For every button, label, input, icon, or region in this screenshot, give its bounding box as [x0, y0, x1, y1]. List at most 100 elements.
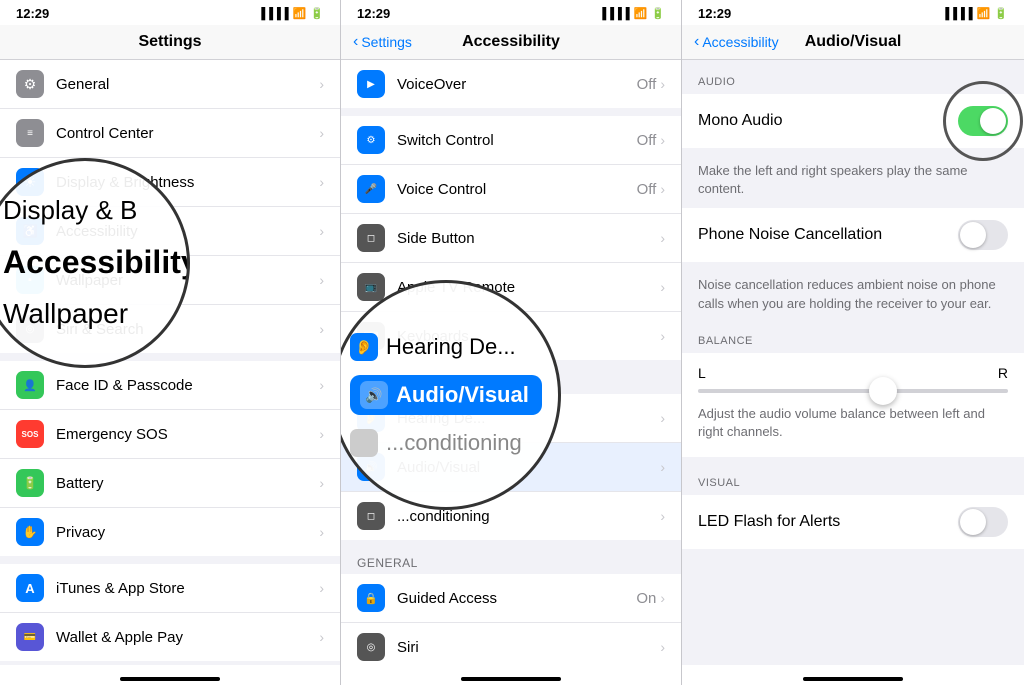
battery-icon-r: 🔋 [994, 7, 1008, 20]
row-faceid[interactable]: 👤 Face ID & Passcode › [0, 361, 340, 410]
mono-audio-description: Make the left and right speakers play th… [682, 156, 1024, 208]
guided-access-label: Guided Access [397, 590, 636, 607]
balance-slider-thumb[interactable] [869, 377, 897, 405]
apple-tv-icon: 📺 [357, 273, 385, 301]
row-guided-access[interactable]: 🔒 Guided Access On › [341, 574, 681, 623]
noise-cancellation-description: Noise cancellation reduces ambient noise… [682, 270, 1024, 322]
led-flash-row: LED Flash for Alerts [682, 495, 1024, 549]
row-side-button[interactable]: ◻ Side Button › [341, 214, 681, 263]
time-middle: 12:29 [357, 6, 390, 21]
right-content: AUDIO Mono Audio Make the left and right… [682, 60, 1024, 665]
accessibility-chevron: › [319, 223, 324, 239]
back-button-middle[interactable]: ‹ Settings [353, 33, 412, 51]
section-group-3: A iTunes & App Store › 💳 Wallet & Apple … [0, 564, 340, 661]
battery-icon-m: 🔋 [651, 7, 665, 20]
general-section-header-middle: GENERAL [341, 548, 681, 574]
balance-left-label: L [698, 365, 706, 381]
noise-cancellation-toggle[interactable] [958, 220, 1008, 250]
wifi-icon-r: 📶 [977, 7, 991, 20]
time-left: 12:29 [16, 6, 49, 21]
control-center-label: Control Center [56, 125, 319, 142]
row-wallet[interactable]: 💳 Wallet & Apple Pay › [0, 613, 340, 661]
voice-control-label: Voice Control [397, 181, 637, 198]
side-button-icon: ◻ [357, 224, 385, 252]
general-label: General [56, 76, 319, 93]
cc-chevron: › [319, 125, 324, 141]
row-voiceover[interactable]: ▶ VoiceOver Off › [341, 60, 681, 108]
conditioning-icon: ◻ [357, 502, 385, 530]
nav-bar-right: ‹ Accessibility Audio/Visual [682, 25, 1024, 60]
balance-right-label: R [998, 365, 1008, 381]
circle-wallpaper: Wallpaper [3, 289, 167, 339]
right-title: Audio/Visual [805, 33, 902, 51]
privacy-label: Privacy [56, 524, 319, 541]
status-icons-left: ▐▐▐▐ 📶 🔋 [257, 7, 324, 20]
switch-control-icon: ⚙ [357, 126, 385, 154]
home-bar-middle [461, 677, 561, 681]
led-flash-label: LED Flash for Alerts [698, 513, 958, 531]
status-icons-right: ▐▐▐▐ 📶 🔋 [941, 7, 1008, 20]
circle-audio-visual: 🔊 Audio/Visual [350, 367, 542, 423]
circle-accessibility: Accessibility [3, 235, 167, 289]
hearing-circle-icon: 👂 [350, 333, 378, 361]
row-siri-middle[interactable]: ◎ Siri › [341, 623, 681, 665]
faceid-label: Face ID & Passcode [56, 377, 319, 394]
home-bar-left [120, 677, 220, 681]
itunes-label: iTunes & App Store [56, 580, 319, 597]
circle-middle-content: 👂 Hearing De... 🔊 Audio/Visual ...condit… [341, 327, 558, 463]
back-label-right: Accessibility [702, 34, 778, 50]
wallet-chevron: › [319, 629, 324, 645]
row-itunes[interactable]: A iTunes & App Store › [0, 564, 340, 613]
row-emergency[interactable]: SOS Emergency SOS › [0, 410, 340, 459]
row-privacy[interactable]: ✋ Privacy › [0, 508, 340, 556]
wifi-icon: 📶 [293, 7, 307, 20]
battery-icon: 🔋 [310, 7, 324, 20]
led-flash-toggle[interactable] [958, 507, 1008, 537]
voiceover-label: VoiceOver [397, 76, 637, 93]
balance-labels: L R [698, 365, 1008, 381]
voiceover-value: Off [637, 76, 657, 93]
middle-title: Accessibility [462, 33, 560, 51]
audio-visual-chevron: › [660, 459, 665, 475]
emergency-icon: SOS [16, 420, 44, 448]
siri-middle-icon: ◎ [357, 633, 385, 661]
balance-section: L R Adjust the audio volume balance betw… [682, 353, 1024, 457]
nav-bar-left: Settings [0, 25, 340, 60]
home-indicator-left [0, 665, 340, 685]
row-battery[interactable]: 🔋 Battery › [0, 459, 340, 508]
status-icons-middle: ▐▐▐▐ 📶 🔋 [598, 7, 665, 20]
row-voice-control[interactable]: 🎤 Voice Control Off › [341, 165, 681, 214]
noise-cancellation-section: Phone Noise Cancellation [682, 208, 1024, 262]
status-bar-right: 12:29 ▐▐▐▐ 📶 🔋 [682, 0, 1024, 25]
mono-audio-toggle-container [958, 106, 1008, 136]
control-center-icon: ≡ [16, 119, 44, 147]
voice-control-chevron: › [660, 181, 665, 197]
voiceover-icon: ▶ [357, 70, 385, 98]
emergency-label: Emergency SOS [56, 426, 319, 443]
back-label-middle: Settings [361, 34, 412, 50]
row-general[interactable]: ⚙ General › [0, 60, 340, 109]
circle-display: Display & B [3, 187, 167, 234]
noise-cancellation-label: Phone Noise Cancellation [698, 226, 958, 244]
back-button-right[interactable]: ‹ Accessibility [694, 33, 779, 51]
mono-audio-label: Mono Audio [698, 112, 958, 130]
conditioning-chevron: › [660, 508, 665, 524]
left-panel: 12:29 ▐▐▐▐ 📶 🔋 Settings ⚙ General › ≡ Co… [0, 0, 341, 685]
switch-control-label: Switch Control [397, 132, 637, 149]
privacy-chevron: › [319, 524, 324, 540]
status-bar-middle: 12:29 ▐▐▐▐ 📶 🔋 [341, 0, 681, 25]
row-switch-control[interactable]: ⚙ Switch Control Off › [341, 116, 681, 165]
voice-control-icon: 🎤 [357, 175, 385, 203]
row-conditioning[interactable]: ◻ ...conditioning › [341, 492, 681, 540]
balance-description: Adjust the audio volume balance between … [698, 401, 1008, 445]
voiceover-chevron: › [660, 76, 665, 92]
general-icon: ⚙ [16, 70, 44, 98]
battery-row-icon: 🔋 [16, 469, 44, 497]
noise-cancellation-thumb [960, 222, 986, 248]
switch-control-value: Off [637, 132, 657, 149]
balance-slider-track[interactable] [698, 389, 1008, 393]
nav-bar-middle: ‹ Settings Accessibility [341, 25, 681, 60]
conditioning-label: ...conditioning [397, 508, 660, 525]
home-bar-right [803, 677, 903, 681]
row-control-center[interactable]: ≡ Control Center › [0, 109, 340, 158]
